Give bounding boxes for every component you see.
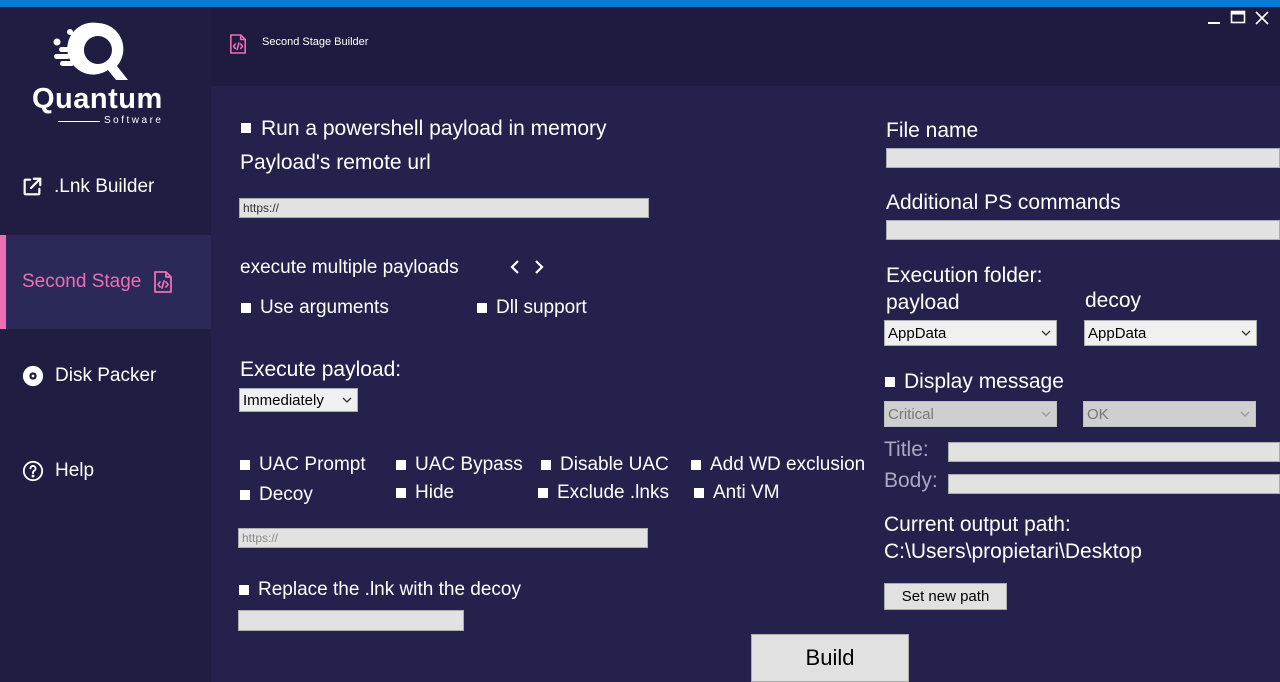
hide-label: Hide (415, 482, 455, 503)
message-type-select[interactable]: Critical (884, 401, 1057, 427)
uac-bypass-label: UAC Bypass (415, 454, 523, 475)
additional-ps-label: Additional PS commands (886, 191, 1121, 214)
chevron-down-icon (1240, 411, 1250, 417)
decoy-url-input[interactable] (238, 528, 648, 548)
logo-underline (58, 121, 100, 122)
multi-payload-label: execute multiple payloads (240, 257, 459, 278)
exclude-lnks-checkbox[interactable] (538, 488, 548, 498)
code-file-icon (229, 32, 247, 61)
use-arguments-checkbox[interactable] (241, 303, 251, 313)
decoy-folder-value: AppData (1088, 324, 1147, 342)
message-body-label: Body: (884, 469, 938, 492)
sidebar: Quantum Software .Lnk Builder Second Sta… (0, 7, 211, 682)
dll-support-checkbox[interactable] (477, 303, 487, 313)
help-icon (21, 459, 45, 483)
chevron-down-icon (342, 397, 352, 403)
payload-folder-select[interactable]: AppData (884, 320, 1057, 346)
code-file-icon (151, 270, 175, 294)
minimize-icon (1208, 22, 1220, 24)
message-title-input[interactable] (948, 442, 1280, 462)
add-wd-exclusion-checkbox[interactable] (691, 460, 701, 470)
file-name-label: File name (886, 119, 979, 142)
execute-payload-value: Immediately (243, 391, 324, 409)
run-ps-checkbox[interactable] (241, 123, 251, 133)
disable-uac-checkbox[interactable] (541, 460, 551, 470)
sidebar-item-lnk-builder[interactable]: .Lnk Builder (0, 140, 211, 234)
replace-lnk-label: Replace the .lnk with the decoy (258, 579, 521, 600)
output-path-value: C:\Users\propietari\Desktop (884, 540, 1142, 563)
maximize-button[interactable] (1228, 8, 1248, 28)
display-message-checkbox[interactable] (885, 377, 895, 387)
output-path-label: Current output path: (884, 513, 1071, 536)
decoy-checkbox[interactable] (240, 490, 250, 500)
exclude-lnks-label: Exclude .lnks (557, 482, 669, 503)
sidebar-item-label: Disk Packer (55, 365, 157, 386)
minimize-button[interactable] (1204, 8, 1224, 28)
sidebar-item-label: Help (55, 460, 95, 481)
prev-payload-button[interactable] (506, 257, 524, 277)
message-type-value: Critical (888, 405, 934, 423)
maximize-icon (1230, 10, 1246, 24)
disc-icon (21, 364, 45, 388)
chevron-down-icon (1041, 411, 1051, 417)
message-body-input[interactable] (948, 474, 1280, 494)
chevron-down-icon (1241, 330, 1251, 336)
message-button-select[interactable]: OK (1083, 401, 1256, 427)
message-title-label: Title: (884, 438, 929, 461)
remote-url-label: Payload's remote url (240, 151, 431, 174)
logo-wordmark: Quantum (32, 83, 163, 115)
window-top-border (0, 0, 1280, 7)
page-title: Second Stage Builder (262, 36, 369, 48)
message-button-value: OK (1087, 405, 1109, 423)
disable-uac-label: Disable UAC (560, 454, 669, 475)
file-name-input[interactable] (886, 148, 1280, 168)
add-wd-exclusion-label: Add WD exclusion (710, 454, 866, 475)
active-indicator (0, 235, 6, 329)
window-controls (1204, 8, 1272, 28)
uac-bypass-checkbox[interactable] (396, 460, 406, 470)
use-arguments-label: Use arguments (260, 297, 389, 318)
close-icon (1255, 11, 1269, 25)
anti-vm-label: Anti VM (713, 482, 780, 503)
uac-prompt-label: UAC Prompt (259, 454, 366, 475)
chevron-down-icon (1041, 330, 1051, 336)
next-payload-button[interactable] (530, 257, 548, 277)
chevron-right-icon (535, 260, 544, 274)
execution-folder-label: Execution folder: (886, 264, 1043, 287)
chevron-left-icon (510, 260, 519, 274)
dll-support-label: Dll support (496, 297, 587, 318)
additional-ps-input[interactable] (886, 220, 1280, 240)
execute-payload-label: Execute payload: (240, 358, 402, 381)
replace-lnk-checkbox[interactable] (239, 585, 249, 595)
hide-checkbox[interactable] (396, 488, 406, 498)
sidebar-item-label: Second Stage (22, 271, 142, 292)
close-button[interactable] (1252, 8, 1272, 28)
run-ps-label: Run a powershell payload in memory (261, 117, 607, 140)
remote-url-input[interactable] (239, 198, 649, 218)
display-message-label: Display message (904, 370, 1064, 393)
replace-lnk-input[interactable] (238, 610, 464, 631)
sidebar-item-help[interactable]: Help (0, 424, 211, 518)
build-button[interactable]: Build (751, 634, 909, 682)
sidebar-item-second-stage[interactable]: Second Stage (0, 235, 211, 329)
set-new-path-button[interactable]: Set new path (884, 583, 1007, 610)
decoy-folder-select[interactable]: AppData (1084, 320, 1257, 346)
logo-subtitle: Software (104, 115, 164, 126)
anti-vm-checkbox[interactable] (694, 488, 704, 498)
sidebar-item-disk-packer[interactable]: Disk Packer (0, 329, 211, 423)
decoy-folder-label: decoy (1085, 289, 1142, 312)
execute-payload-select[interactable]: Immediately (239, 388, 358, 412)
sidebar-item-label: .Lnk Builder (54, 176, 155, 197)
decoy-label: Decoy (259, 484, 313, 505)
header-bar (211, 7, 1280, 86)
payload-folder-value: AppData (888, 324, 947, 342)
external-link-icon (20, 175, 44, 199)
uac-prompt-checkbox[interactable] (240, 460, 250, 470)
payload-folder-label: payload (886, 291, 960, 314)
